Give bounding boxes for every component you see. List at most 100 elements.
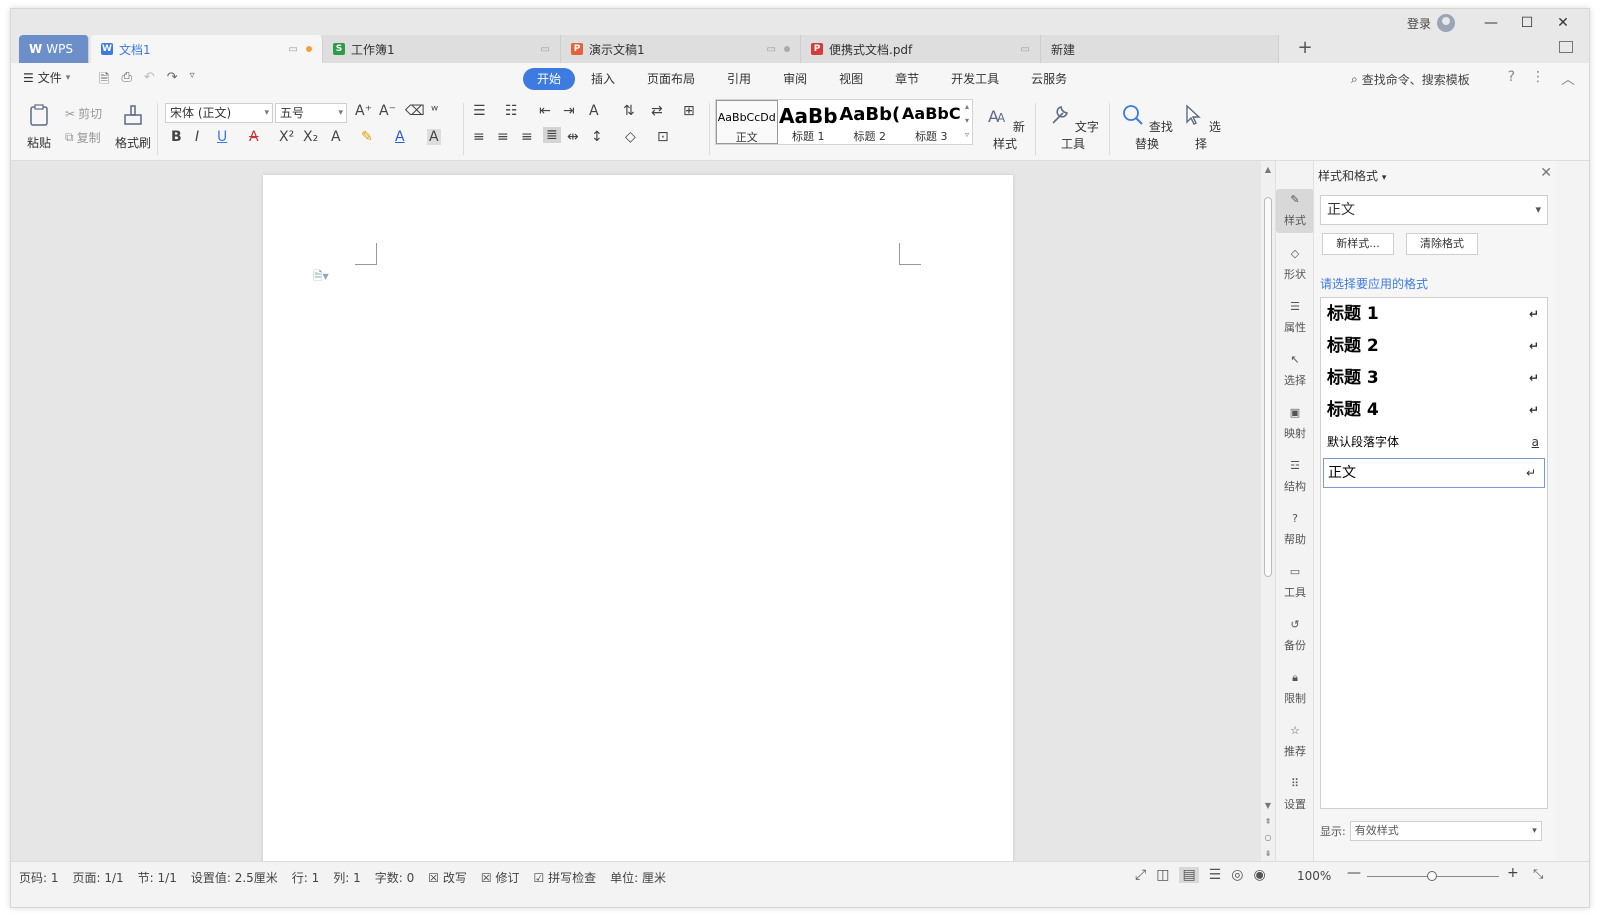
tab-presentation1[interactable]: P 演示文稿1 ▭: [561, 35, 801, 63]
prev-page-icon[interactable]: ⇞: [1261, 817, 1275, 826]
tab-section[interactable]: 章节: [879, 68, 935, 90]
chinese-layout-icon[interactable]: A: [589, 103, 599, 119]
select-button[interactable]: 选择: [1181, 103, 1221, 152]
tab-insert[interactable]: 插入: [575, 68, 631, 90]
align-left-icon[interactable]: ≡: [473, 129, 485, 145]
gallery-scroll-icon[interactable]: ▴ ▾ ▿: [962, 100, 972, 144]
increase-indent-icon[interactable]: ⇥: [563, 103, 575, 119]
highlight-icon[interactable]: ✎: [361, 129, 373, 145]
list-item-heading-4[interactable]: 标题 4 ↵: [1321, 394, 1547, 426]
text-effect-icon[interactable]: A: [331, 129, 341, 145]
shrink-font-icon[interactable]: A⁻: [379, 103, 396, 119]
sidebar-item-recommend[interactable]: ☆ 推荐: [1276, 724, 1314, 759]
scroll-down-icon[interactable]: ▼: [1261, 801, 1275, 810]
subscript-icon[interactable]: X₂: [303, 129, 318, 145]
more-icon[interactable]: ⋮: [1531, 69, 1545, 89]
page-view-icon[interactable]: ▤: [1179, 867, 1199, 883]
style-normal[interactable]: AaBbCcDd 正文: [716, 100, 778, 144]
sidebar-item-restrict[interactable]: 🔒︎ 限制: [1276, 671, 1314, 706]
status-setting[interactable]: 设置值: 2.5厘米: [191, 869, 278, 886]
browse-object-icon[interactable]: ○: [1261, 833, 1275, 842]
command-search[interactable]: ⌕ 查找命令、搜索模板: [1351, 71, 1470, 88]
sidebar-item-structure[interactable]: ☲ 结构: [1276, 459, 1314, 494]
outline-view-icon[interactable]: ☰: [1209, 867, 1222, 883]
status-page-number[interactable]: 页码: 1: [19, 869, 59, 886]
underline-icon[interactable]: U: [217, 129, 227, 145]
text-tools-button[interactable]: 文字工具: [1045, 103, 1101, 152]
redo-icon[interactable]: ↷: [167, 70, 178, 92]
zoom-in-icon[interactable]: +: [1507, 865, 1519, 881]
web-view-icon[interactable]: ◎: [1231, 867, 1243, 883]
justify-icon[interactable]: ≣: [543, 127, 561, 143]
tab-workbook1[interactable]: S 工作簿1 ▭: [323, 35, 561, 63]
sidebar-item-shapes[interactable]: ◇ 形状: [1276, 247, 1314, 282]
new-style-button[interactable]: 新样式...: [1322, 233, 1394, 255]
italic-icon[interactable]: I: [195, 129, 199, 145]
list-item-heading-3[interactable]: 标题 3 ↵: [1321, 362, 1547, 394]
tab-references[interactable]: 引用: [711, 68, 767, 90]
status-section[interactable]: 节: 1/1: [138, 869, 177, 886]
sidebar-item-styles[interactable]: ✎ 样式: [1276, 189, 1314, 233]
collapse-ribbon-icon[interactable]: ︿: [1561, 69, 1575, 89]
clear-format-button[interactable]: 清除格式: [1406, 233, 1478, 255]
table-borders-icon[interactable]: ⊞: [683, 103, 695, 119]
show-marks-icon[interactable]: ⇄: [651, 103, 663, 119]
tab-developer[interactable]: 开发工具: [935, 68, 1015, 90]
sidebar-item-backup[interactable]: ↺ 备份: [1276, 618, 1314, 653]
style-heading-1[interactable]: AaBb 标题 1: [778, 100, 840, 144]
list-item-normal[interactable]: 正文 ↵: [1323, 458, 1545, 488]
zoom-level[interactable]: 100%: [1297, 869, 1331, 883]
status-unit[interactable]: 单位: 厘米: [610, 869, 666, 886]
bold-icon[interactable]: B: [171, 129, 182, 145]
current-style-select[interactable]: 正文: [1320, 195, 1548, 225]
status-line[interactable]: 行: 1: [292, 869, 320, 886]
maximize-button[interactable]: ☐: [1509, 15, 1545, 31]
tab-home[interactable]: 开始: [523, 68, 576, 90]
tab-cloud[interactable]: 云服务: [1015, 68, 1083, 90]
print-icon[interactable]: ⎙: [121, 70, 131, 92]
scrollbar-thumb[interactable]: [1264, 197, 1272, 577]
bullet-list-icon[interactable]: ☰: [473, 103, 486, 119]
tab-page-layout[interactable]: 页面布局: [631, 68, 711, 90]
decrease-indent-icon[interactable]: ⇤: [539, 103, 551, 119]
sort-icon[interactable]: ⇅: [623, 103, 635, 119]
status-column[interactable]: 列: 1: [333, 869, 361, 886]
find-replace-button[interactable]: 查找替换: [1119, 103, 1175, 152]
tab-pdf[interactable]: P 便携式文档.pdf ▭: [801, 35, 1041, 63]
strikethrough-icon[interactable]: A: [249, 129, 259, 145]
sidebar-item-properties[interactable]: ☰ 属性: [1276, 300, 1314, 335]
undo-icon[interactable]: ↶: [144, 70, 155, 92]
align-right-icon[interactable]: ≡: [521, 129, 533, 145]
style-heading-2[interactable]: AaBb( 标题 2: [839, 100, 901, 144]
fullscreen-view-icon[interactable]: ⤢: [1135, 867, 1146, 883]
distribute-icon[interactable]: ⇹: [567, 129, 579, 145]
sidebar-item-tools[interactable]: ▭ 工具: [1276, 565, 1314, 600]
minimize-button[interactable]: —: [1473, 15, 1509, 31]
cut-button[interactable]: ✂ 剪切: [65, 105, 102, 122]
font-name-select[interactable]: 宋体 (正文): [165, 103, 273, 123]
status-track-changes[interactable]: ☒ 修订: [481, 869, 520, 886]
customize-icon[interactable]: ▿: [190, 70, 195, 92]
eraser-icon[interactable]: ⌫: [405, 103, 425, 119]
status-pages[interactable]: 页面: 1/1: [73, 869, 124, 886]
status-spell-check[interactable]: ☑ 拼写检查: [534, 869, 597, 886]
avatar-icon[interactable]: [1437, 14, 1455, 32]
help-icon[interactable]: ?: [1508, 69, 1515, 89]
sidebar-item-settings[interactable]: ⠿ 设置: [1276, 777, 1314, 812]
read-mode-icon[interactable]: ◫: [1156, 867, 1169, 883]
zoom-out-icon[interactable]: —: [1347, 865, 1361, 881]
paste-options-icon[interactable]: 🗎▾: [313, 267, 329, 288]
close-icon[interactable]: ✕: [1540, 165, 1552, 181]
save-icon[interactable]: 🗎: [99, 70, 109, 92]
char-shading-icon[interactable]: A: [427, 129, 441, 145]
paste-button[interactable]: 粘贴: [23, 103, 55, 151]
status-overtype[interactable]: ☒ 改写: [428, 869, 467, 886]
scroll-up-icon[interactable]: ▲: [1261, 165, 1275, 174]
status-word-count[interactable]: 字数: 0: [375, 869, 415, 886]
superscript-icon[interactable]: X²: [279, 129, 294, 145]
expand-icon[interactable]: ⤡: [1533, 867, 1543, 882]
new-style-button[interactable]: AA 新样式: [983, 103, 1027, 152]
align-center-icon[interactable]: ≡: [497, 129, 509, 145]
close-button[interactable]: ✕: [1545, 15, 1581, 31]
show-select[interactable]: 有效样式: [1349, 821, 1542, 841]
